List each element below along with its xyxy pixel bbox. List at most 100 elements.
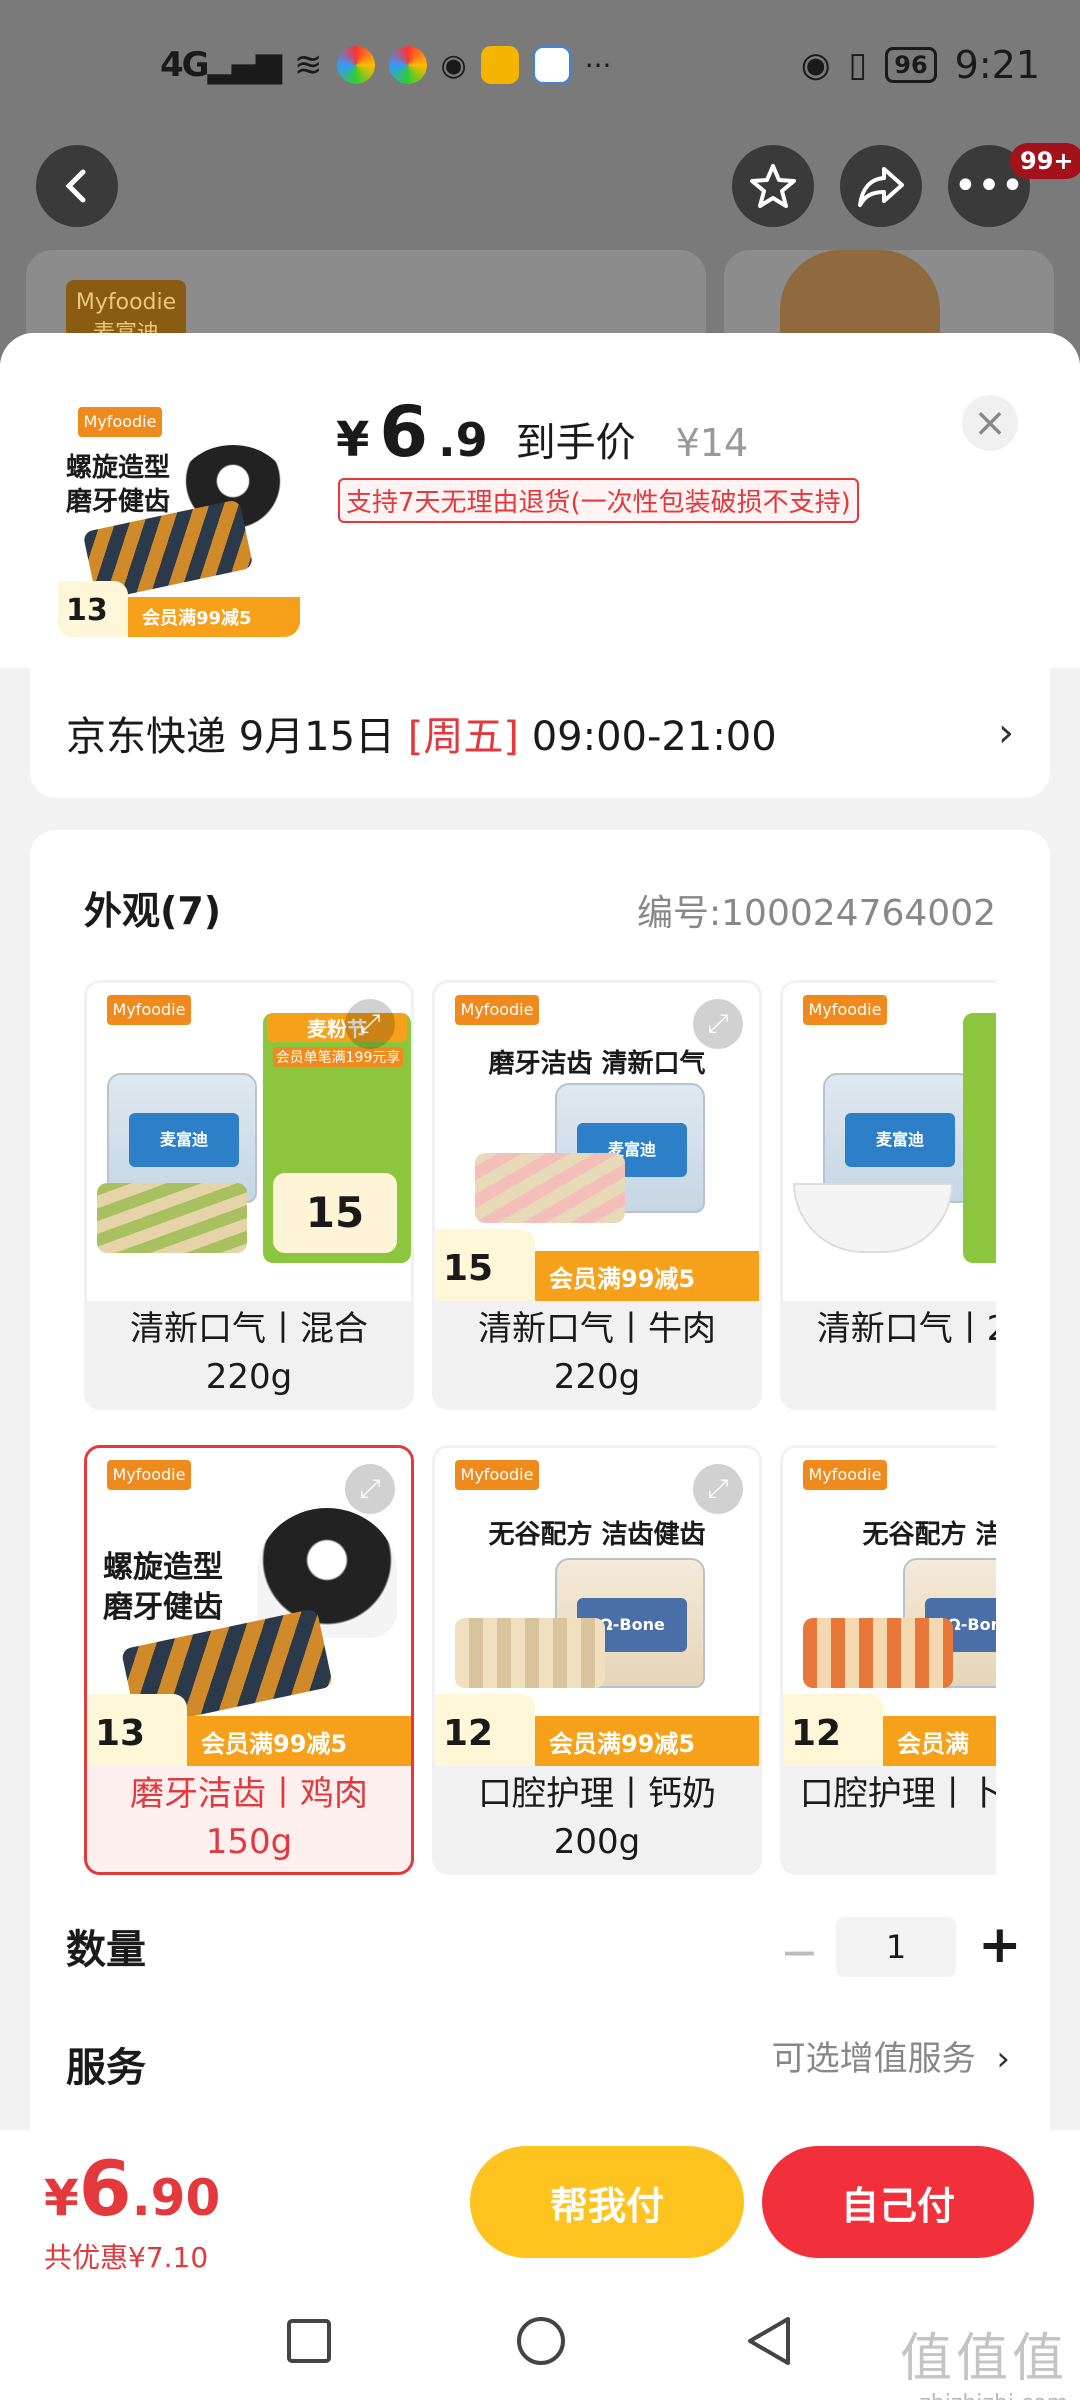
app-icon [480, 46, 519, 84]
brand-label: Myfoodie [455, 995, 539, 1025]
product-bowl [793, 1183, 953, 1253]
circle-icon [517, 2317, 565, 2365]
triangle-back-icon [748, 2317, 790, 2365]
help-me-pay-button[interactable]: 帮我付 [470, 2146, 744, 2258]
pay-myself-button[interactable]: 自己付 [762, 2146, 1034, 2258]
thumbnail-promo: 会员满99减5 [142, 608, 252, 629]
share-icon [858, 167, 904, 207]
delivery-row[interactable]: 京东快递 9月15日 [周五] 09:00-21:00 › [30, 668, 1050, 798]
variant-headline: 磨牙洁齿 清新口气 [488, 1049, 706, 1079]
more-dots-icon: ••• [953, 163, 1025, 209]
status-bar: 4G▂▄▆ ≋ ◉ ··· ◉ ▯ 96 9:21 [0, 0, 1080, 130]
battery-icon: 96 [885, 47, 937, 83]
variant-headline: 无谷配方 洁齿 [862, 1520, 996, 1550]
expand-icon[interactable]: ⤢ [693, 999, 743, 1049]
chew-sticks-image [803, 1618, 953, 1688]
watermark-logo: 值值值 [899, 2329, 1068, 2389]
star-icon [750, 164, 796, 208]
variant-price: 12 [783, 1694, 883, 1766]
delivery-info: 京东快递 9月15日 [周五] 09:00-21:00 [66, 704, 777, 762]
service-hint: 可选增值服务 › [772, 2031, 1010, 2080]
variant-label: 口腔护理丨钙奶200g [478, 1774, 716, 1862]
share-button[interactable] [840, 145, 922, 227]
quantity-row: 数量 − 1 + [30, 1905, 1050, 2005]
variant-price-strip: 12 会员满 [783, 1694, 996, 1766]
variant-price: 15 [435, 1229, 535, 1301]
recents-button[interactable] [274, 2306, 344, 2376]
back-button[interactable] [36, 145, 118, 227]
brand-label: Myfoodie [107, 995, 191, 1025]
square-icon [287, 2319, 331, 2363]
quantity-label: 数量 [66, 1927, 146, 1973]
variant-headline: 无谷配方 洁齿健齿 [488, 1520, 706, 1550]
chew-sticks-image [455, 1618, 605, 1688]
variant-card[interactable]: Myfoodie 无谷配方 洁齿健齿 Ω-Bone 12 会员满99减5 ⤢ 口… [432, 1445, 762, 1875]
variant-card[interactable]: Myfoodie 无谷配方 洁齿 Ω-Bone 12 会员满 口腔护理丨卜200… [780, 1445, 996, 1875]
delivery-window: 09:00-21:00 [519, 714, 777, 760]
price-decimal: .9 [438, 413, 488, 467]
variant-card-selected[interactable]: Myfoodie 螺旋造型 磨牙健齿 13 会员满99减5 ⤢ 磨牙洁齿丨鸡肉1… [84, 1445, 414, 1875]
delivery-carrier-date: 京东快递 9月15日 [66, 714, 408, 760]
return-policy-tag: 支持7天无理由退货(一次性包装破损不支持) [338, 478, 859, 523]
status-icons: 4G▂▄▆ ≋ ◉ ··· [160, 45, 611, 85]
variant-card[interactable]: Myfoodie 麦粉节 会员单笔满199元享 麦富迪 15 ⤢ 清新口气丨混合… [84, 980, 414, 1410]
price-currency: ¥ [336, 412, 370, 468]
variant-section-title: 外观(7) [84, 889, 222, 933]
variant-price-strip: 13 会员满99减5 [87, 1694, 411, 1766]
variant-label: 清新口气丨牛肉220g [478, 1309, 716, 1397]
variant-card[interactable]: Myfoodie 麦富迪 清新口气丨220g [780, 980, 996, 1410]
quantity-input[interactable]: 1 [836, 1917, 956, 1977]
back-nav-button[interactable] [734, 2306, 804, 2376]
eye-icon: ◉ [800, 45, 831, 85]
sku-number: 编号:100024764002 [637, 893, 996, 934]
brand-label: Myfoodie [803, 995, 887, 1025]
variant-image: Myfoodie 无谷配方 洁齿 Ω-Bone 12 会员满 [783, 1448, 996, 1766]
discount-total: 共优惠¥7.10 [44, 2241, 209, 2274]
expand-icon[interactable]: ⤢ [345, 999, 395, 1049]
spec-selection-sheet: Myfoodie 螺旋造型 磨牙健齿 13 会员满99减5 ¥6.9 到手价 ¥… [0, 333, 1080, 2400]
variant-label: 磨牙洁齿丨鸡肉150g [130, 1774, 368, 1862]
variant-label: 清新口气丨220g [816, 1309, 996, 1349]
thumbnail-price: 13 [58, 581, 128, 637]
variant-label: 清新口气丨混合220g [130, 1309, 368, 1397]
signal-icon: 4G▂▄▆ [160, 45, 282, 85]
site-watermark: 值值值 zhizhizhi.com [900, 2316, 1068, 2400]
app-icon [388, 46, 427, 84]
delivery-weekday: [周五] [407, 714, 519, 760]
home-button[interactable] [506, 2306, 576, 2376]
more-icon: ··· [584, 48, 612, 82]
chew-sticks-image [97, 1183, 247, 1253]
thumbnail-price-strip: 13 会员满99减5 [58, 581, 300, 637]
favorite-button[interactable] [732, 145, 814, 227]
variant-promo: 会员满99减5 [549, 1264, 696, 1293]
notification-badge: 99+ [1010, 143, 1080, 179]
variant-card[interactable]: Myfoodie 磨牙洁齿 清新口气 麦富迪 15 会员满99减5 ⤢ 清新口气… [432, 980, 762, 1410]
variant-price: 12 [435, 1694, 535, 1766]
brand-label: Myfoodie [107, 1460, 191, 1490]
background-nav: ••• 99+ [0, 143, 1080, 230]
service-row[interactable]: 服务 可选增值服务 › [30, 2025, 1050, 2125]
jar-label: 麦富迪 [845, 1113, 955, 1167]
quantity-minus-button[interactable]: − [780, 1925, 819, 1979]
variant-image: Myfoodie 麦富迪 [783, 983, 996, 1301]
chevron-right-icon: › [998, 710, 1014, 756]
price-row: ¥6.9 到手价 ¥14 [336, 391, 748, 473]
app-icon [336, 46, 375, 84]
watermark-url: zhizhizhi.com [900, 2391, 1068, 2400]
brand-label: Myfoodie [78, 407, 162, 437]
expand-icon[interactable]: ⤢ [345, 1464, 395, 1514]
total-decimal: .90 [131, 2169, 221, 2227]
chew-sticks-image [475, 1153, 625, 1223]
product-thumbnail[interactable]: Myfoodie 螺旋造型 磨牙健齿 13 会员满99减5 [58, 395, 300, 637]
vibrate-icon: ▯ [848, 45, 868, 85]
sheet-header: Myfoodie 螺旋造型 磨牙健齿 13 会员满99减5 ¥6.9 到手价 ¥… [0, 333, 1080, 668]
variant-promo: 会员满99减5 [201, 1729, 348, 1758]
clock: 9:21 [954, 43, 1040, 87]
variant-promo: 会员满99减5 [549, 1729, 696, 1758]
wifi-icon: ≋ [294, 45, 323, 85]
variant-price-strip: 12 会员满99减5 [435, 1694, 759, 1766]
quantity-plus-button[interactable]: + [978, 1915, 1022, 1975]
expand-icon[interactable]: ⤢ [693, 1464, 743, 1514]
jar-label: 麦富迪 [129, 1113, 239, 1167]
close-button[interactable]: × [962, 395, 1018, 451]
